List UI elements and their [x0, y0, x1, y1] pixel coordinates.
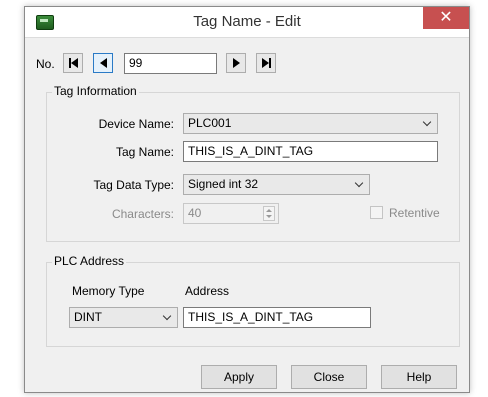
characters-value: 40	[188, 206, 202, 220]
memory-type-value: DINT	[74, 310, 102, 324]
close-button[interactable]: Close	[291, 365, 367, 389]
first-record-button[interactable]	[63, 53, 83, 73]
next-record-icon	[232, 58, 240, 68]
device-name-value: PLC001	[188, 116, 232, 130]
memory-type-select[interactable]: DINT	[69, 307, 178, 328]
tag-data-type-value: Signed int 32	[188, 177, 259, 191]
device-name-select[interactable]: PLC001	[183, 113, 438, 134]
plc-address-title: PLC Address	[52, 254, 127, 268]
characters-spinner[interactable]: 40	[183, 203, 279, 224]
characters-label: Characters:	[111, 207, 174, 221]
plc-address-group	[46, 262, 460, 347]
first-record-icon	[68, 58, 78, 68]
title-bar: Tag Name - Edit ✕	[25, 7, 469, 38]
help-button[interactable]: Help	[381, 365, 457, 389]
close-window-button[interactable]: ✕	[423, 7, 469, 29]
retentive-checkbox[interactable]	[370, 206, 383, 219]
record-number-input[interactable]: 99	[124, 53, 217, 74]
chevron-down-icon	[422, 117, 432, 127]
previous-record-icon	[99, 58, 107, 68]
tag-name-edit-dialog: Tag Name - Edit ✕ No. 99 Tag Information…	[24, 6, 470, 393]
chevron-down-icon	[354, 178, 364, 188]
window-title: Tag Name - Edit	[193, 13, 301, 30]
retentive-label: Retentive	[389, 206, 440, 220]
number-label: No.	[36, 57, 55, 71]
spin-down-icon	[266, 215, 272, 218]
tag-name-input[interactable]: THIS_IS_A_DINT_TAG	[183, 141, 438, 162]
last-record-button[interactable]	[256, 53, 276, 73]
chevron-down-icon	[162, 311, 172, 321]
memory-type-label: Memory Type	[72, 284, 145, 298]
previous-record-button[interactable]	[93, 53, 113, 73]
next-record-button[interactable]	[226, 53, 246, 73]
tag-data-type-select[interactable]: Signed int 32	[183, 174, 370, 195]
tag-information-title: Tag Information	[52, 84, 139, 98]
device-name-label: Device Name:	[98, 117, 174, 131]
address-input[interactable]: THIS_IS_A_DINT_TAG	[183, 307, 371, 328]
apply-button[interactable]: Apply	[201, 365, 277, 389]
address-label: Address	[185, 284, 230, 298]
spinner-buttons[interactable]	[263, 206, 275, 221]
tag-data-type-label: Tag Data Type:	[93, 178, 175, 192]
last-record-icon	[261, 58, 271, 68]
spin-up-icon	[266, 209, 272, 212]
tag-name-label: Tag Name:	[115, 145, 174, 159]
